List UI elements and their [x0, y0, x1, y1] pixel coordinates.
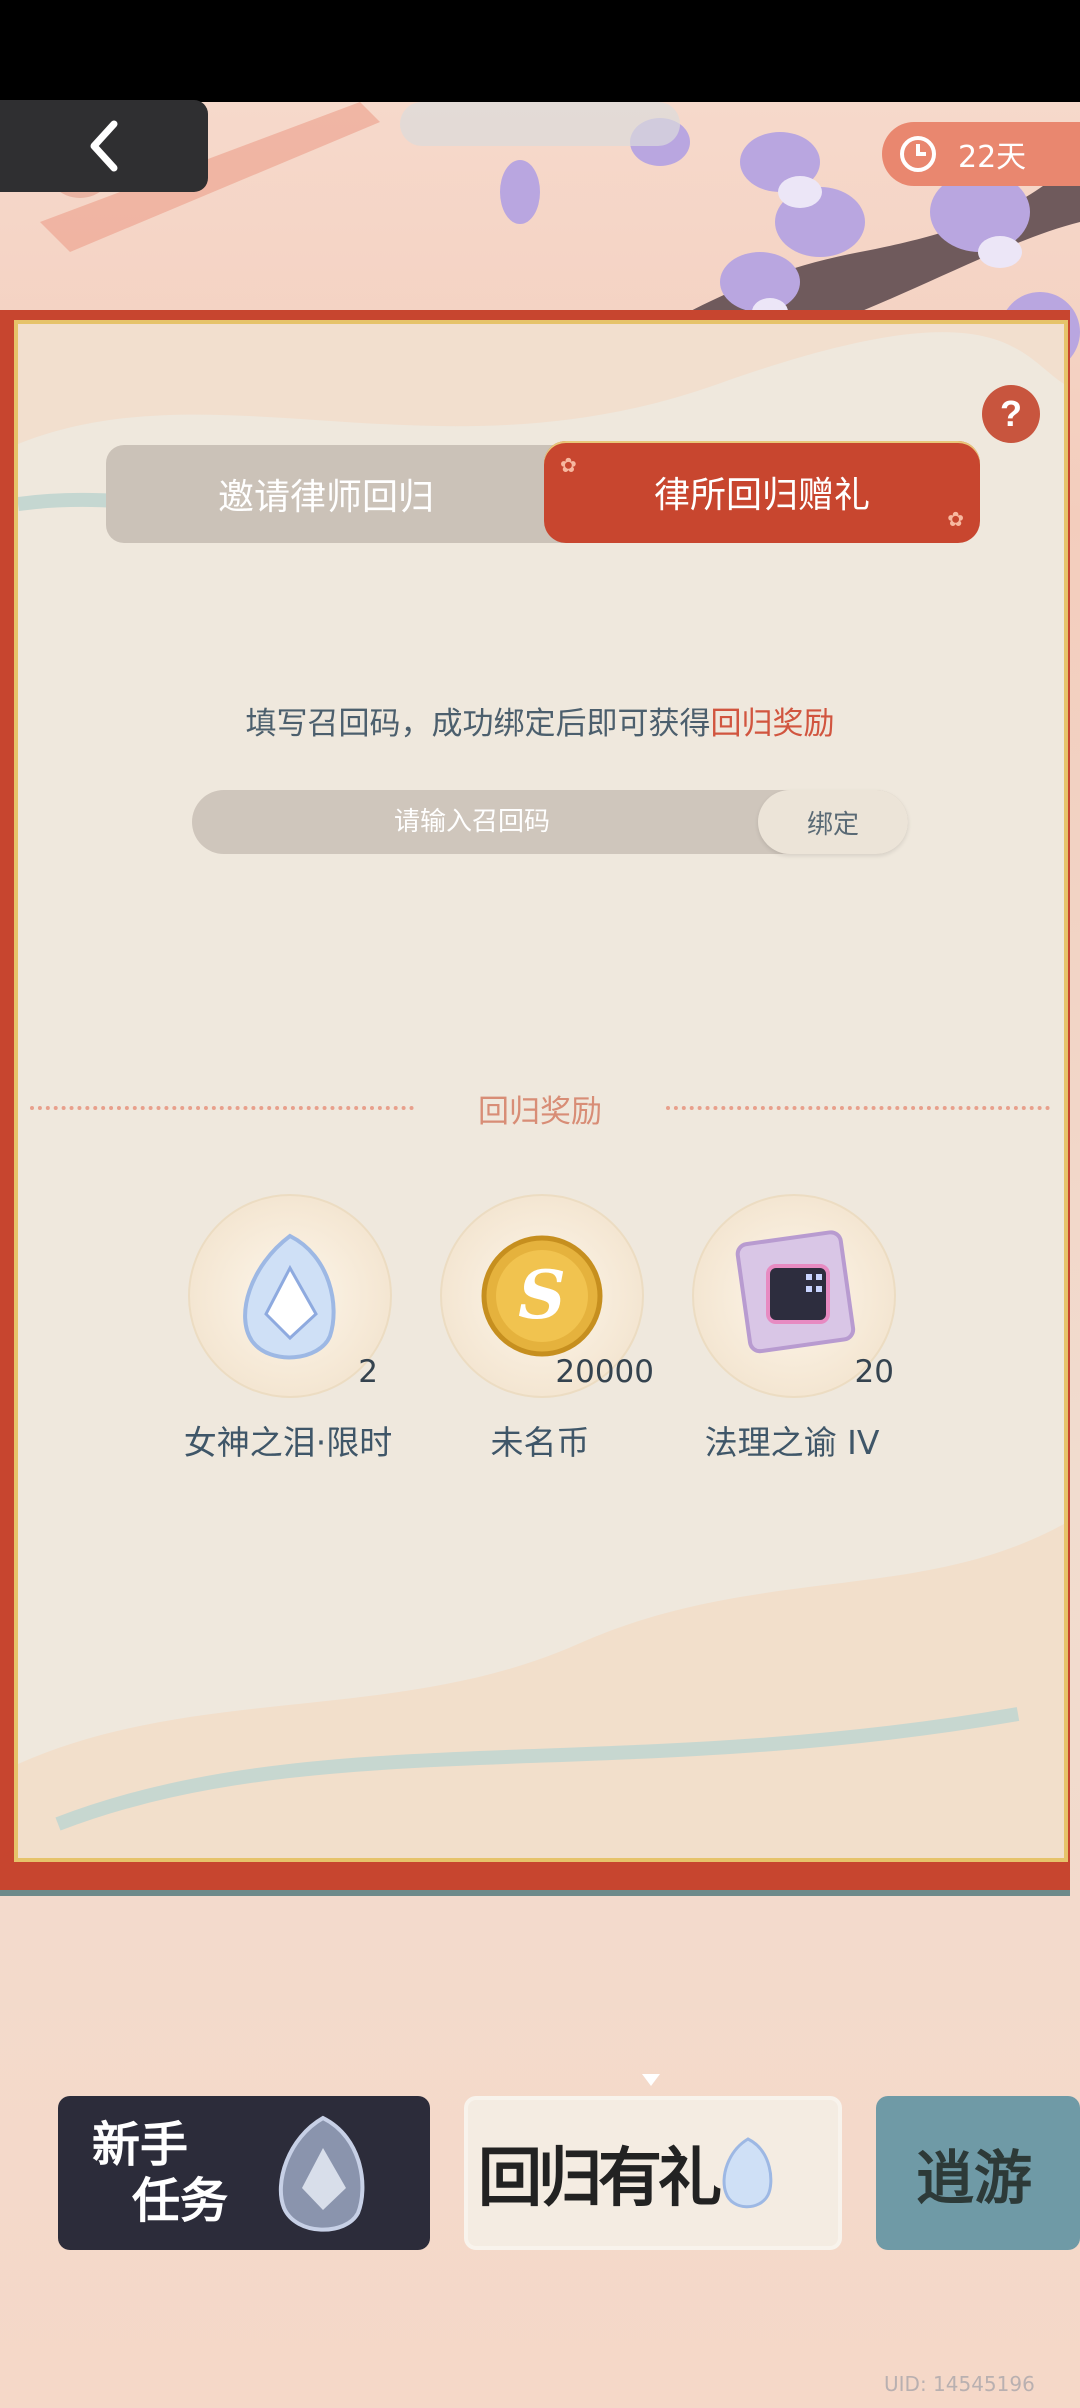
instruction-prefix: 填写召回码，成功绑定后即可获得 [245, 706, 711, 742]
top-indicator [400, 102, 680, 146]
tab-bar: 邀请律师回归 ✿ 律所回归赠礼 ✿ [106, 441, 980, 543]
tab-invite-lawyer[interactable]: 邀请律师回归 [106, 445, 606, 543]
reward-name: 法理之谕 IV [704, 1423, 880, 1462]
tear-crystal-icon [278, 2115, 365, 2232]
remaining-time-badge: 22天 [882, 122, 1080, 186]
recall-code-placeholder: 请输入召回码 [393, 807, 550, 837]
reward-count: 2 [358, 1354, 378, 1390]
event-tab-newbie-line2: 任务 [132, 2173, 229, 2229]
tear-crystal-icon [722, 2137, 773, 2209]
recall-code-input[interactable]: 请输入召回码 绑定 [192, 790, 908, 854]
event-tab-return-gift[interactable]: 回归有礼 [464, 2096, 842, 2250]
flower-icon: ✿ [560, 453, 577, 477]
event-tab-wander[interactable]: 逍游 [876, 2096, 1080, 2250]
instruction-text: 填写召回码，成功绑定后即可获得回归奖励 [0, 698, 1080, 743]
uid-label: UID: 14545196 [884, 2372, 1035, 2396]
event-tab-newbie-line1: 新手 [92, 2117, 189, 2173]
clock-icon [900, 136, 936, 172]
reward-item[interactable]: 20 法理之谕 IV [692, 1194, 896, 1462]
svg-text:S: S [518, 1256, 566, 1334]
event-tab-newbie[interactable]: 新手 任务 [58, 2096, 430, 2250]
event-tab-wander-label: 逍游 [916, 2144, 1033, 2212]
remaining-time-text: 22天 [958, 140, 1027, 175]
tab-return-gift-label: 律所回归赠礼 [653, 475, 870, 516]
reward-count: 20 [854, 1354, 894, 1390]
event-tabs: 新手 任务 回归有礼 逍游 [0, 2096, 1080, 2256]
active-indicator [642, 2074, 660, 2086]
reward-count: 20000 [555, 1354, 654, 1390]
help-button[interactable]: ? [982, 385, 1040, 443]
tab-return-gift[interactable]: ✿ 律所回归赠礼 ✿ [544, 441, 980, 543]
divider-right [666, 1106, 1050, 1110]
bind-button-label: 绑定 [806, 809, 859, 840]
chevron-left-icon [90, 120, 118, 172]
bind-button[interactable]: 绑定 [758, 790, 908, 854]
event-tab-newbie-label: 新手 任务 [92, 2117, 228, 2229]
status-bar [0, 0, 1080, 102]
event-tab-return-gift-label: 回归有礼 [478, 2141, 722, 2216]
reward-item[interactable]: 2 女神之泪·限时 [184, 1194, 392, 1462]
flower-icon: ✿ [947, 507, 964, 531]
instruction-highlight: 回归奖励 [710, 706, 835, 742]
reward-item[interactable]: S 20000 未名币 [440, 1194, 654, 1462]
tab-invite-lawyer-label: 邀请律师回归 [217, 477, 434, 518]
back-button[interactable] [0, 100, 208, 192]
